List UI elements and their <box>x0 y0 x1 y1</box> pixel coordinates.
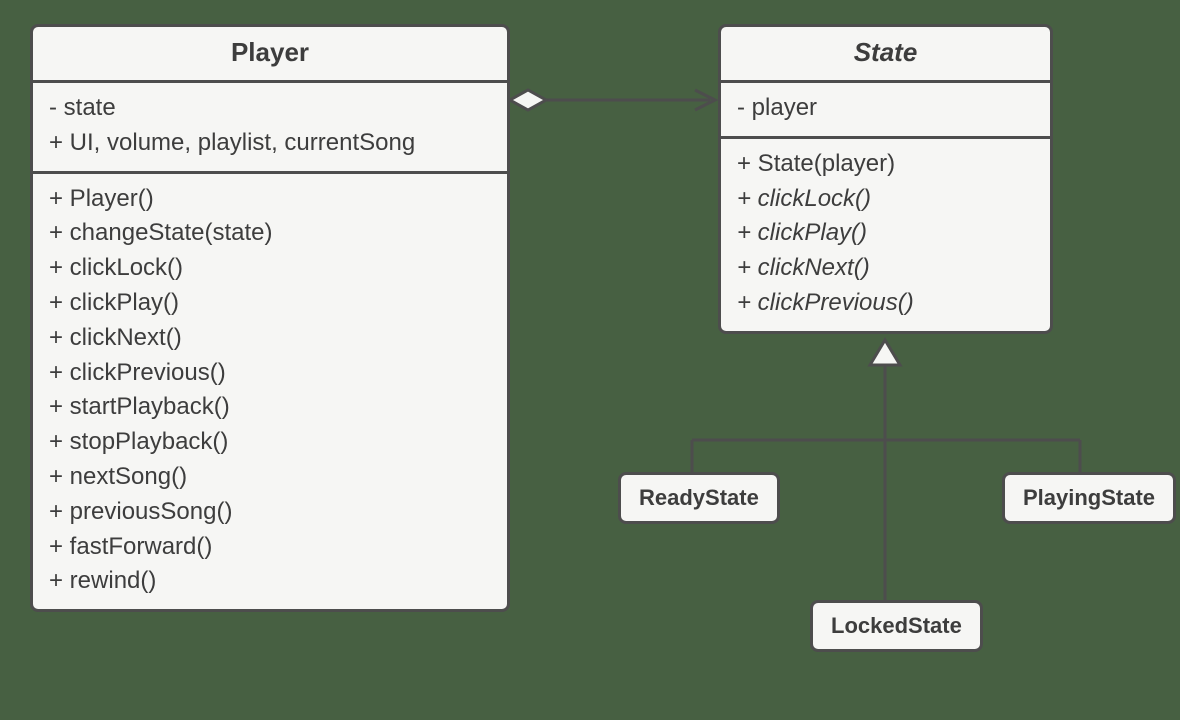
class-operation: + changeState(state) <box>49 216 491 251</box>
class-operation: + clickPrevious() <box>49 356 491 391</box>
player-class-title: Player <box>33 27 507 83</box>
class-operation: + rewind() <box>49 564 491 599</box>
class-attribute: + UI, volume, playlist, currentSong <box>49 126 491 161</box>
player-class: Player - state + UI, volume, playlist, c… <box>30 24 510 612</box>
class-attribute: - state <box>49 91 491 126</box>
class-operation: + clickLock() <box>737 182 1034 217</box>
class-operation: + startPlayback() <box>49 390 491 425</box>
diagram-canvas: Player - state + UI, volume, playlist, c… <box>0 0 1180 720</box>
playingstate-class: PlayingState <box>1002 472 1176 524</box>
class-title: LockedState <box>831 613 962 638</box>
state-class-operations: + State(player) + clickLock() + clickPla… <box>721 136 1050 331</box>
class-operation: + clickPrevious() <box>737 286 1034 321</box>
state-class-attributes: - player <box>721 83 1050 136</box>
state-class: State - player + State(player) + clickLo… <box>718 24 1053 334</box>
generalization-edge <box>692 340 1080 600</box>
state-class-title: State <box>721 27 1050 83</box>
class-operation: + Player() <box>49 182 491 217</box>
class-attribute: - player <box>737 91 1034 126</box>
class-operation: + State(player) <box>737 147 1034 182</box>
class-operation: + nextSong() <box>49 460 491 495</box>
player-class-attributes: - state + UI, volume, playlist, currentS… <box>33 83 507 171</box>
aggregation-edge <box>510 90 715 110</box>
class-operation: + stopPlayback() <box>49 425 491 460</box>
class-operation: + clickLock() <box>49 251 491 286</box>
lockedstate-class: LockedState <box>810 600 983 652</box>
class-operation: + clickPlay() <box>49 286 491 321</box>
class-title: ReadyState <box>639 485 759 510</box>
class-operation: + previousSong() <box>49 495 491 530</box>
readystate-class: ReadyState <box>618 472 780 524</box>
class-operation: + fastForward() <box>49 530 491 565</box>
player-class-operations: + Player() + changeState(state) + clickL… <box>33 171 507 610</box>
class-operation: + clickPlay() <box>737 216 1034 251</box>
class-operation: + clickNext() <box>49 321 491 356</box>
class-title: PlayingState <box>1023 485 1155 510</box>
class-operation: + clickNext() <box>737 251 1034 286</box>
